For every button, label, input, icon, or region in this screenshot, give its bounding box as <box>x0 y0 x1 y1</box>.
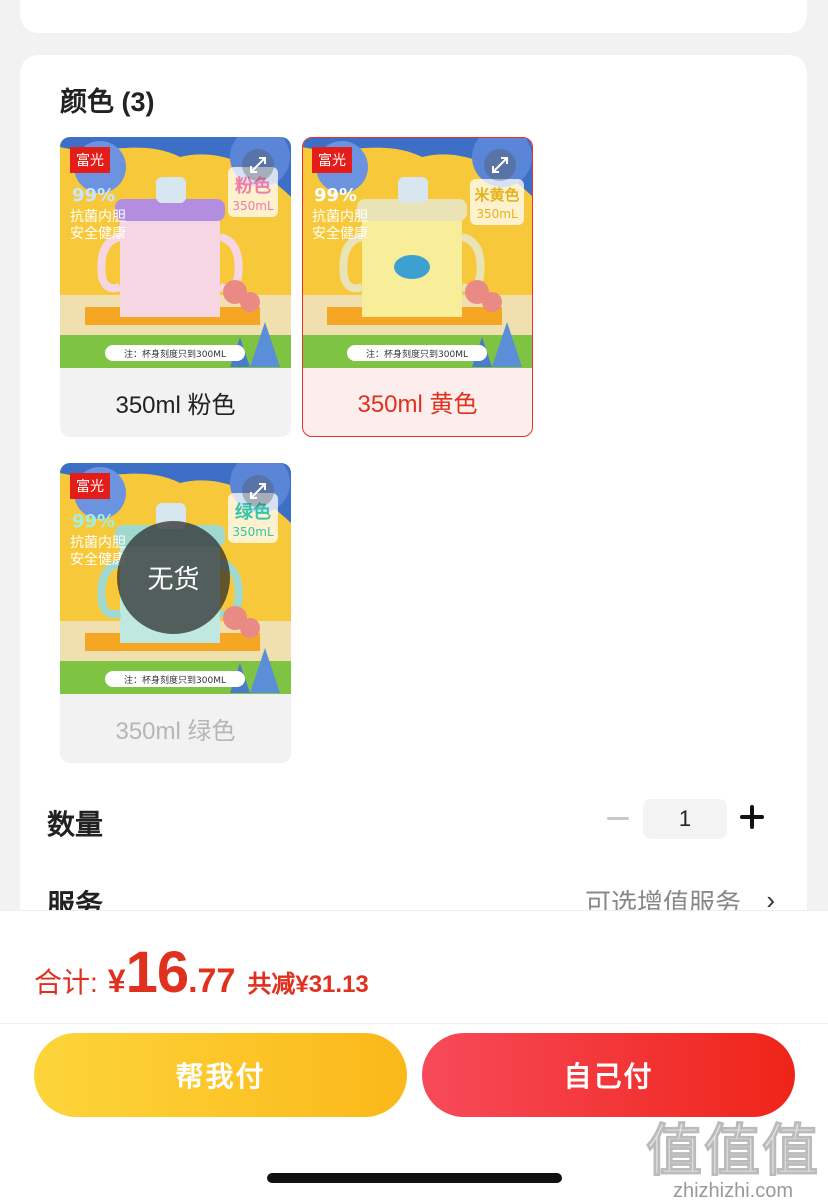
product-image: 富光 99% 抗菌内胆 安全健康 米黄色 350mL 注：杯身刻度只到300ML <box>303 138 532 368</box>
color-section-title: 颜色 (3) <box>60 87 155 117</box>
quantity-input[interactable]: 1 <box>643 799 727 839</box>
total-amount-int: 16 <box>125 940 190 1005</box>
svg-text:350mL: 350mL <box>232 199 274 213</box>
total-label: 合计: <box>34 967 98 998</box>
divider <box>0 1023 828 1024</box>
total-price: 合计: ¥ 16 .77 共减¥31.13 <box>34 939 369 1006</box>
quantity-increase-button[interactable] <box>740 804 766 830</box>
svg-text:抗菌内胆: 抗菌内胆 <box>312 209 368 225</box>
sku-option-label: 350ml 黄色 <box>357 391 478 418</box>
sku-option-yellow[interactable]: 富光 99% 抗菌内胆 安全健康 米黄色 350mL 注：杯身刻度只到300ML… <box>302 137 533 437</box>
previous-card <box>20 0 807 33</box>
svg-text:安全健康: 安全健康 <box>312 225 368 242</box>
sku-panel: 颜色 (3) 富光 99% 抗菌内胆 安全健康 粉色 350mL 注：杯身刻度只… <box>20 55 807 935</box>
svg-text:350mL: 350mL <box>476 207 518 221</box>
quantity-decrease-button[interactable] <box>603 803 633 833</box>
total-amount-decimal: .77 <box>188 962 236 1000</box>
svg-text:99%: 99% <box>314 185 357 206</box>
svg-text:富光: 富光 <box>76 478 104 495</box>
help-pay-button[interactable]: 帮我付 <box>34 1033 407 1117</box>
sku-option-label: 350ml 粉色 <box>115 392 236 419</box>
svg-text:350mL: 350mL <box>232 525 274 539</box>
svg-text:抗菌内胆: 抗菌内胆 <box>70 209 126 225</box>
sku-option-green[interactable]: 富光 99% 抗菌内胆 安全健康 绿色 350mL 注：杯身刻度只到300ML … <box>60 463 291 763</box>
svg-text:米黄色: 米黄色 <box>474 186 519 204</box>
svg-text:注：杯身刻度只到300ML: 注：杯身刻度只到300ML <box>366 348 468 360</box>
product-image: 富光 99% 抗菌内胆 安全健康 粉色 350mL 注：杯身刻度只到300ML <box>60 137 291 368</box>
quantity-label: 数量 <box>47 809 104 840</box>
watermark-logo: 值值值 zhizhizhi.com <box>646 1119 820 1201</box>
svg-text:安全健康: 安全健康 <box>70 225 126 242</box>
product-image: 富光 99% 抗菌内胆 安全健康 绿色 350mL 注：杯身刻度只到300ML … <box>60 463 291 694</box>
svg-text:注：杯身刻度只到300ML: 注：杯身刻度只到300ML <box>124 674 226 686</box>
svg-text:富光: 富光 <box>76 152 104 169</box>
sku-option-label: 350ml 绿色 <box>115 718 236 745</box>
sku-option-pink[interactable]: 富光 99% 抗菌内胆 安全健康 粉色 350mL 注：杯身刻度只到300ML … <box>60 137 291 437</box>
svg-text:99%: 99% <box>72 511 115 532</box>
svg-text:抗菌内胆: 抗菌内胆 <box>70 535 126 551</box>
watermark-text: 值值值 <box>646 1119 820 1182</box>
svg-text:富光: 富光 <box>318 152 346 169</box>
currency-symbol: ¥ <box>107 963 126 999</box>
svg-text:注：杯身刻度只到300ML: 注：杯身刻度只到300ML <box>124 348 226 360</box>
self-pay-button[interactable]: 自己付 <box>422 1033 795 1117</box>
svg-text:99%: 99% <box>72 185 115 206</box>
out-of-stock-badge: 无货 <box>117 521 230 634</box>
watermark-domain: zhizhizhi.com <box>672 1180 794 1201</box>
home-indicator[interactable] <box>267 1173 562 1183</box>
discount-total: 共减¥31.13 <box>247 971 369 998</box>
